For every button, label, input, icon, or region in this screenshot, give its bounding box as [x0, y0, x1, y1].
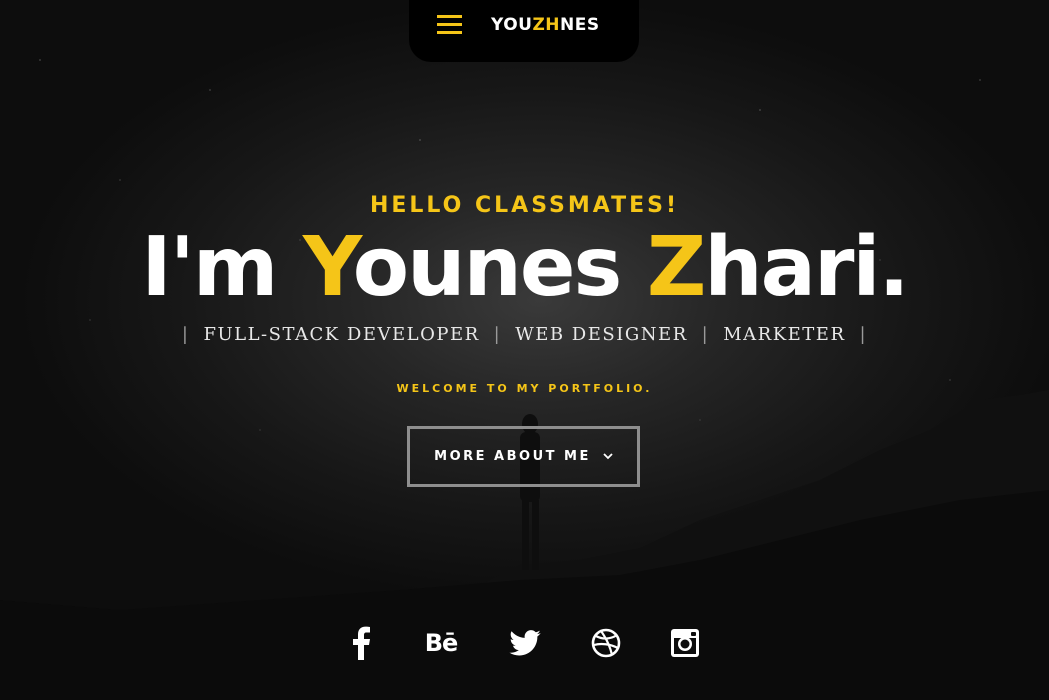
more-about-me-label: MORE ABOUT ME: [434, 449, 591, 464]
site-logo[interactable]: YOUZHNES: [491, 15, 600, 35]
role-item: MARKETER: [723, 324, 846, 345]
twitter-icon[interactable]: [509, 625, 541, 661]
instagram-icon[interactable]: [669, 625, 701, 661]
social-links: Bē: [0, 625, 1049, 665]
facebook-icon[interactable]: [350, 625, 372, 661]
hero-headline: I'm Younes Zhari.: [141, 220, 909, 315]
behance-icon[interactable]: Bē: [419, 625, 463, 661]
hamburger-menu-icon[interactable]: [437, 15, 462, 34]
welcome-text: WELCOME TO MY PORTFOLIO.: [396, 382, 653, 395]
more-about-me-button[interactable]: MORE ABOUT ME: [407, 426, 640, 487]
top-nav-bar: YOUZHNES: [409, 0, 639, 62]
roles-line: | FULL-STACK DEVELOPER | WEB DESIGNER | MARKE…: [181, 324, 868, 345]
hero-content: HELLO CLASSMATES! I'm Younes Zhari. | FUL…: [0, 0, 1049, 700]
role-item: WEB DESIGNER: [515, 324, 688, 345]
dribbble-icon[interactable]: [590, 625, 622, 661]
greeting-text: HELLO CLASSMATES!: [369, 193, 680, 218]
role-item: FULL-STACK DEVELOPER: [203, 324, 480, 345]
chevron-down-icon: [603, 453, 613, 460]
